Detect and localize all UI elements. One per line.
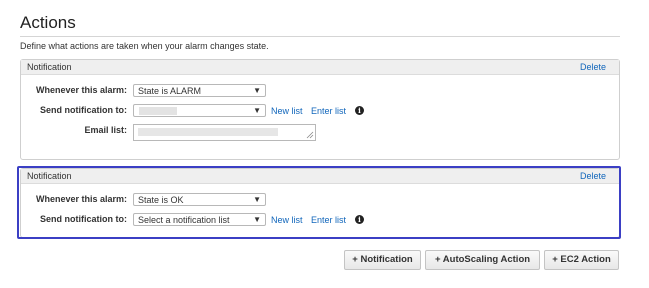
delete-link[interactable]: Delete (580, 171, 606, 181)
email-list-textarea[interactable] (133, 124, 316, 141)
alarm-state-value: State is ALARM (138, 86, 202, 96)
panel-title: Notification (27, 171, 72, 181)
add-ec2-action-button[interactable]: + EC2 Action (544, 250, 619, 270)
resize-handle-icon[interactable] (305, 130, 314, 139)
panel-header: Notification Delete (21, 169, 619, 184)
send-to-value: Select a notification list (138, 215, 230, 225)
enter-list-link[interactable]: Enter list (311, 215, 346, 225)
alarm-state-select[interactable]: State is OK ▼ (133, 193, 266, 206)
alarm-state-select[interactable]: State is ALARM ▼ (133, 84, 266, 97)
alarm-state-label: Whenever this alarm: (35, 85, 127, 95)
panel-header: Notification Delete (21, 60, 619, 75)
add-autoscaling-action-button[interactable]: + AutoScaling Action (425, 250, 540, 270)
send-to-select[interactable]: Select a notification list ▼ (133, 213, 266, 226)
redacted-value (138, 128, 278, 136)
send-to-label: Send notification to: (40, 214, 127, 224)
notification-panel-2: Notification Delete Whenever this alarm:… (20, 168, 620, 238)
add-notification-button[interactable]: + Notification (344, 250, 421, 270)
section-title: Actions (20, 13, 76, 32)
info-icon[interactable]: i (355, 106, 364, 115)
send-to-select[interactable]: ▼ (133, 104, 266, 117)
enter-list-link[interactable]: Enter list (311, 106, 346, 116)
chevron-down-icon: ▼ (253, 106, 261, 115)
info-icon[interactable]: i (355, 215, 364, 224)
alarm-state-label: Whenever this alarm: (35, 194, 127, 204)
title-divider (20, 36, 620, 37)
chevron-down-icon: ▼ (253, 86, 261, 95)
alarm-state-value: State is OK (138, 195, 184, 205)
chevron-down-icon: ▼ (253, 215, 261, 224)
send-to-label: Send notification to: (40, 105, 127, 115)
new-list-link[interactable]: New list (271, 215, 303, 225)
section-description: Define what actions are taken when your … (20, 41, 269, 51)
panel-title: Notification (27, 62, 72, 72)
new-list-link[interactable]: New list (271, 106, 303, 116)
redacted-value (139, 107, 177, 115)
notification-panel-1: Notification Delete Whenever this alarm:… (20, 59, 620, 160)
email-list-label: Email list: (84, 125, 127, 135)
delete-link[interactable]: Delete (580, 62, 606, 72)
chevron-down-icon: ▼ (253, 195, 261, 204)
